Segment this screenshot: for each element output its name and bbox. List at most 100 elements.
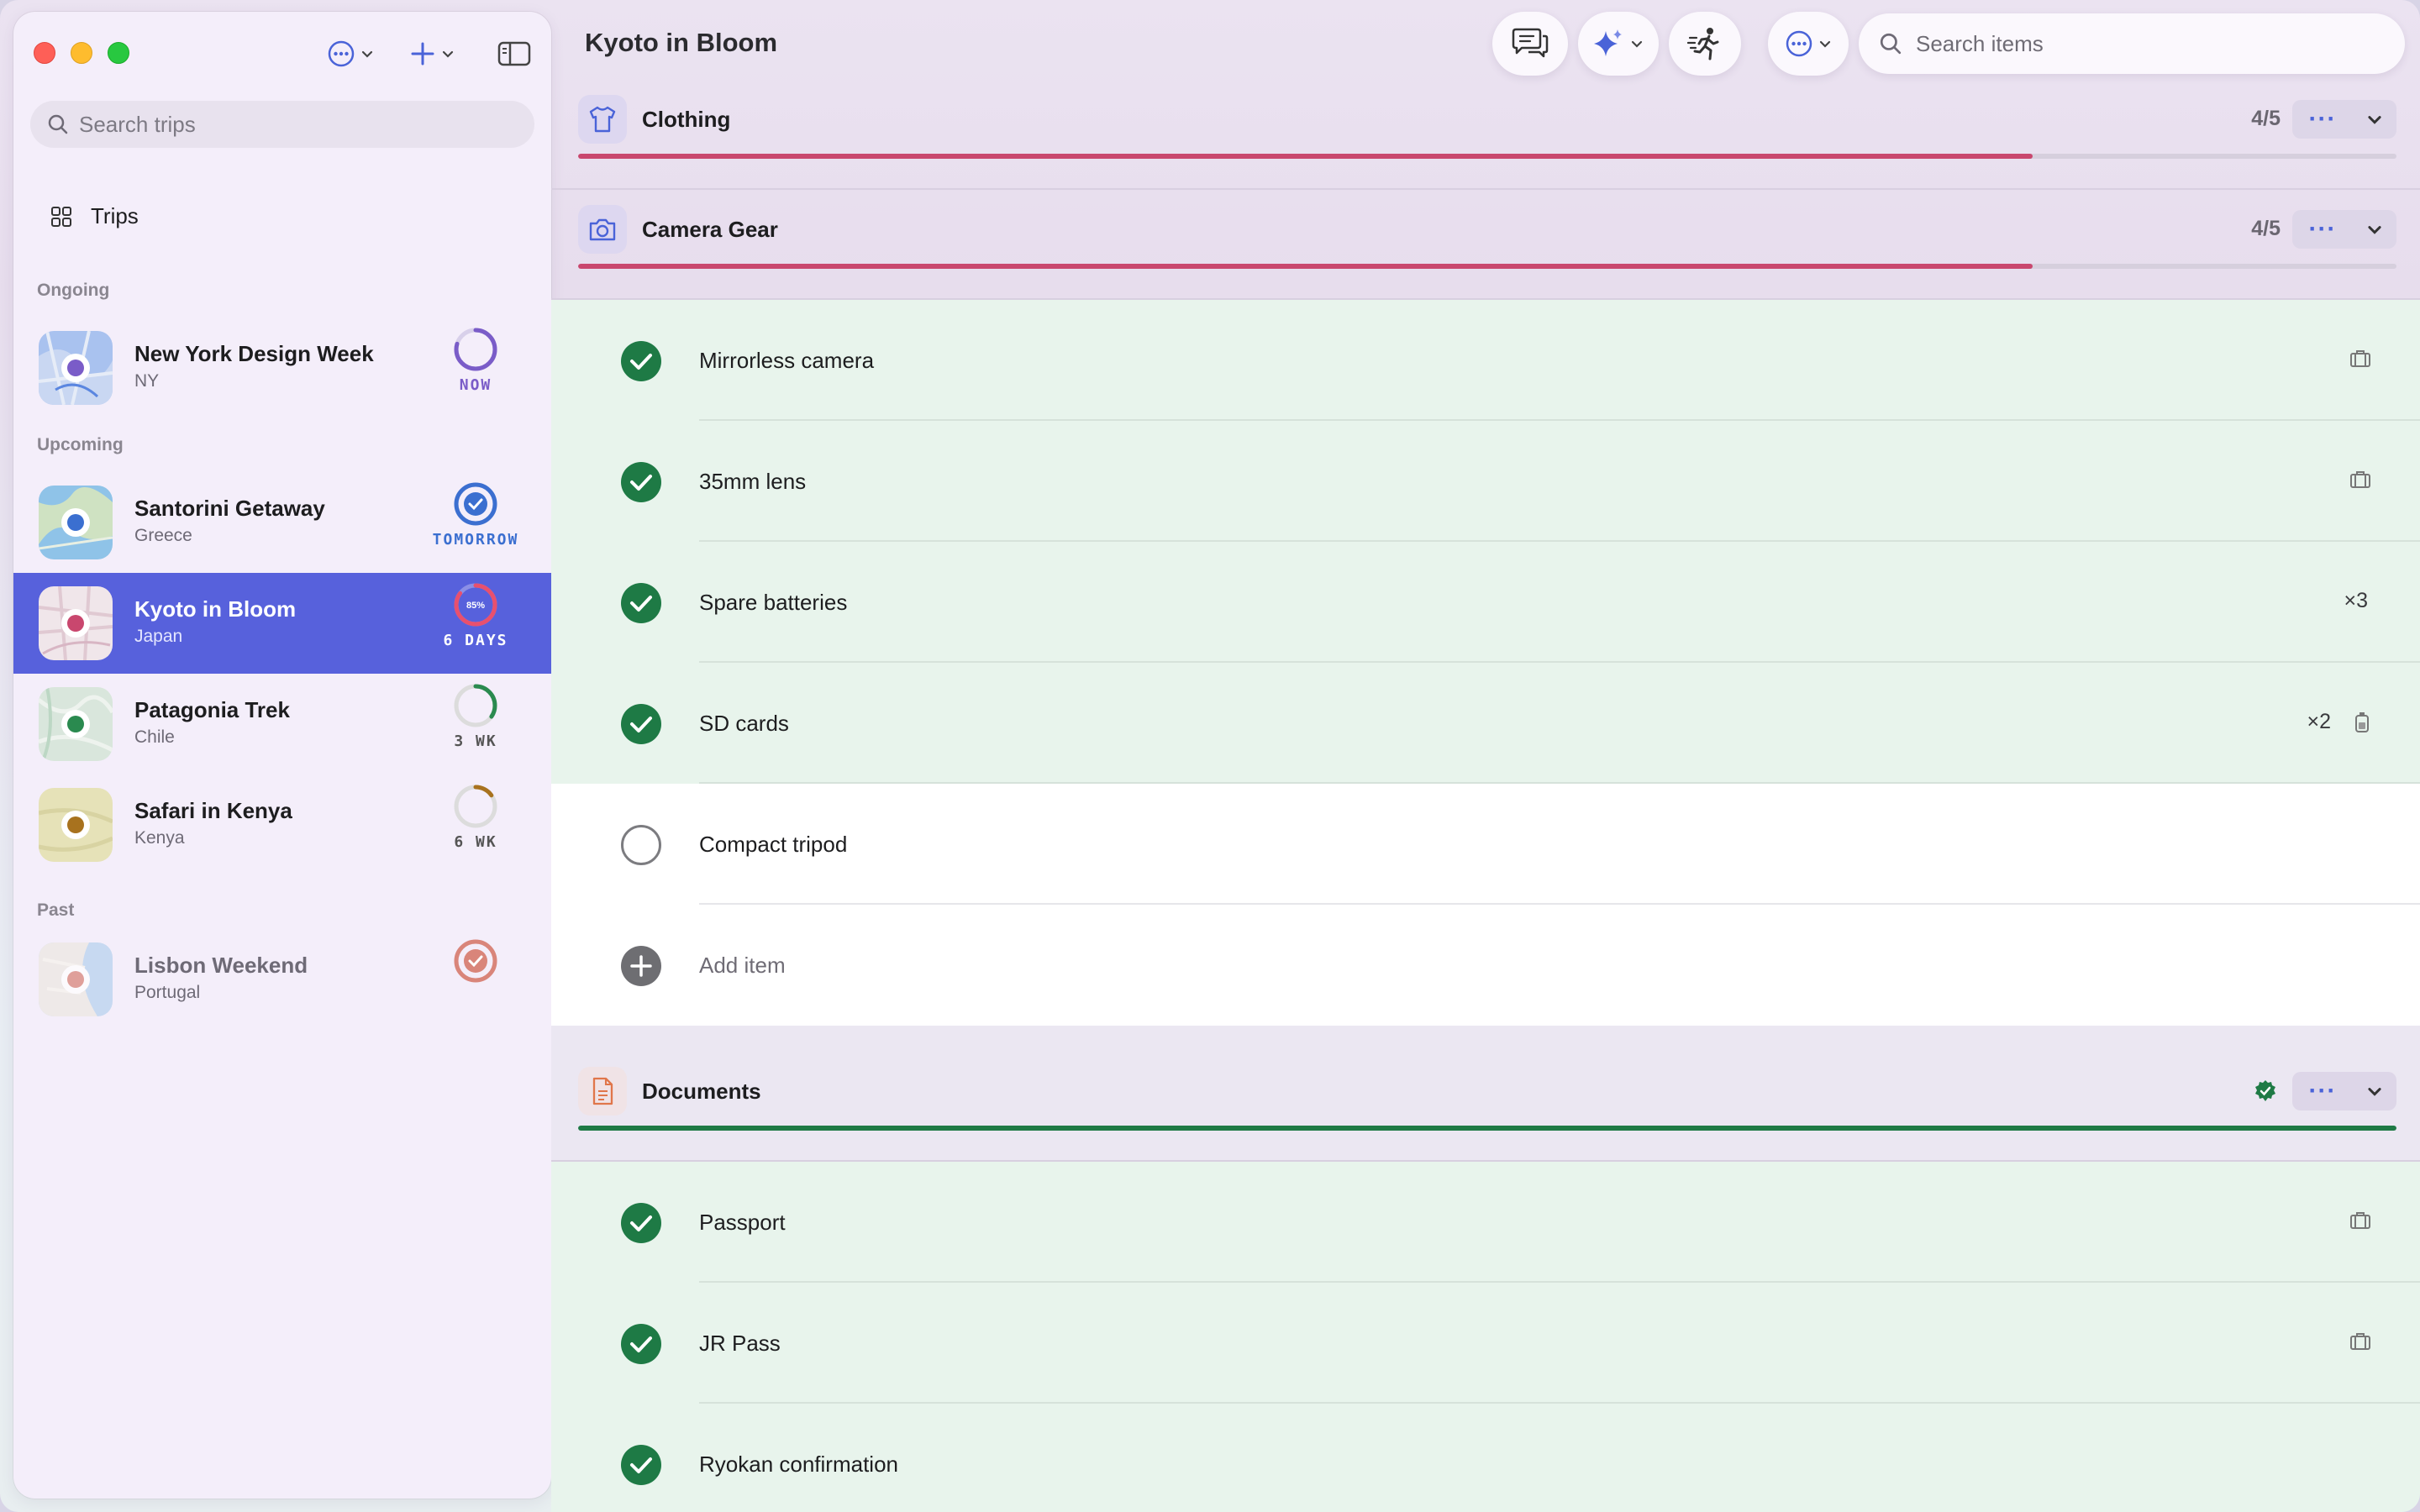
tshirt-icon (578, 95, 627, 144)
unchecked-circle-icon[interactable] (620, 824, 662, 866)
document-icon (578, 1067, 627, 1116)
trip-row[interactable]: Lisbon Weekend Portugal (13, 929, 551, 1030)
verified-check-icon (2255, 1080, 2275, 1101)
trip-row[interactable]: New York Design Week NY NOW (13, 318, 551, 418)
trip-map-thumbnail (39, 788, 113, 862)
checked-circle-icon[interactable] (620, 340, 662, 382)
category-progress-bar (578, 1126, 2396, 1131)
list-item[interactable]: Passport (551, 1162, 2420, 1283)
minimize-window-button[interactable] (71, 42, 92, 64)
category-collapse-button[interactable] (2353, 220, 2396, 239)
sidebar-item-label: Trips (91, 203, 139, 228)
sidebar-item-trips[interactable]: Trips (50, 203, 139, 229)
progress-ring-icon (454, 328, 497, 371)
search-items-input[interactable] (1916, 30, 2386, 57)
category-header-documents[interactable]: Documents ··· (578, 1066, 2396, 1116)
chevron-down-icon (442, 50, 454, 58)
trip-name: Safari in Kenya (134, 798, 292, 823)
trip-status-badge: 85% 6 DAYS (425, 573, 526, 674)
chevron-down-icon (2368, 1088, 2381, 1096)
category-more-button[interactable]: ··· (2292, 217, 2353, 242)
category-header-camera-gear[interactable]: Camera Gear 4/5 ··· (578, 204, 2396, 255)
progress-ring-icon (454, 684, 497, 727)
trip-row[interactable]: Patagonia Trek Chile 3 WK (13, 674, 551, 774)
zoom-window-button[interactable] (108, 42, 129, 64)
add-item-row[interactable]: Add item (551, 905, 2420, 1026)
section-label-past: Past (37, 900, 75, 920)
trip-location: Greece (134, 526, 192, 545)
search-icon (48, 114, 68, 134)
bag-icon (2350, 1212, 2370, 1229)
item-label: Passport (699, 1210, 786, 1235)
item-label: Mirrorless camera (699, 348, 875, 373)
progress-fill (578, 154, 2033, 159)
item-label: SD cards (699, 711, 789, 736)
trip-status-text: 6 WK (454, 833, 497, 851)
trip-location: Japan (134, 627, 183, 646)
grid-icon (51, 206, 71, 227)
trip-location: NY (134, 371, 160, 391)
list-item[interactable]: 35mm lens (551, 421, 2420, 542)
sidebar: Trips Ongoing New York Design Week NY NO… (13, 12, 551, 1499)
comments-button[interactable] (1492, 12, 1568, 76)
chevron-down-icon (2368, 116, 2381, 124)
trip-location: Chile (134, 727, 175, 747)
bag-icon (2350, 471, 2370, 488)
section-label-upcoming: Upcoming (37, 435, 124, 454)
category-header-clothing[interactable]: Clothing 4/5 ··· (578, 94, 2396, 144)
category-actions: ··· (2292, 1072, 2396, 1110)
toggle-sidebar-button[interactable] (497, 37, 531, 71)
plus-icon (411, 42, 434, 66)
category-more-button[interactable]: ··· (2292, 107, 2353, 132)
list-item[interactable]: SD cards ×2 (551, 663, 2420, 784)
section-label-ongoing: Ongoing (37, 281, 110, 300)
more-menu-button[interactable] (326, 37, 375, 71)
checked-circle-icon[interactable] (620, 1202, 662, 1244)
ellipsis-circle-icon (1786, 30, 1812, 57)
trip-status-badge: 3 WK (425, 674, 526, 774)
trip-progress-label: 85% (466, 601, 485, 611)
checked-circle-icon[interactable] (620, 461, 662, 503)
trip-row[interactable]: Safari in Kenya Kenya 6 WK (13, 774, 551, 875)
category-collapse-button[interactable] (2353, 110, 2396, 129)
trip-row-selected[interactable]: Kyoto in Bloom Japan 85% 6 DAYS (13, 573, 551, 674)
chevron-down-icon (2368, 226, 2381, 234)
list-item[interactable]: Mirrorless camera (551, 300, 2420, 421)
search-icon (1880, 33, 1902, 55)
item-quantity: ×3 (2344, 589, 2368, 612)
trip-row[interactable]: Santorini Getaway Greece TOMORROW (13, 472, 551, 573)
close-window-button[interactable] (34, 42, 55, 64)
add-item-label: Add item (699, 953, 786, 978)
ai-suggest-button[interactable] (1578, 12, 1659, 76)
category-more-button[interactable]: ··· (2292, 1079, 2353, 1104)
list-item[interactable]: Ryokan confirmation (551, 1404, 2420, 1512)
item-search[interactable] (1859, 13, 2405, 74)
sidebar-search[interactable] (30, 101, 534, 148)
item-label: 35mm lens (699, 469, 807, 494)
search-trips-input[interactable] (79, 111, 516, 138)
category-actions: ··· (2292, 210, 2396, 249)
battery-icon (2355, 712, 2369, 732)
trip-map-thumbnail (39, 586, 113, 660)
hurry-mode-button[interactable] (1669, 12, 1741, 76)
list-item[interactable]: Spare batteries ×3 (551, 542, 2420, 663)
category-collapse-button[interactable] (2353, 1082, 2396, 1100)
item-label: Ryokan confirmation (699, 1452, 898, 1477)
window-controls (34, 42, 129, 64)
item-label: JR Pass (699, 1331, 781, 1356)
checked-circle-icon[interactable] (620, 582, 662, 624)
checked-circle-icon[interactable] (620, 703, 662, 745)
trip-name: Santorini Getaway (134, 496, 325, 521)
more-options-button[interactable] (1768, 12, 1849, 76)
add-trip-button[interactable] (408, 37, 455, 71)
ellipsis-circle-icon (328, 40, 355, 67)
trip-name: Kyoto in Bloom (134, 596, 297, 622)
trip-status-text: 6 DAYS (443, 632, 508, 649)
checked-circle-icon[interactable] (620, 1323, 662, 1365)
trip-status-text: NOW (459, 376, 492, 394)
list-item[interactable]: JR Pass (551, 1283, 2420, 1404)
camera-icon (578, 205, 627, 254)
plus-circle-icon[interactable] (620, 945, 662, 987)
list-item[interactable]: Compact tripod (551, 784, 2420, 905)
checked-circle-icon[interactable] (620, 1444, 662, 1486)
